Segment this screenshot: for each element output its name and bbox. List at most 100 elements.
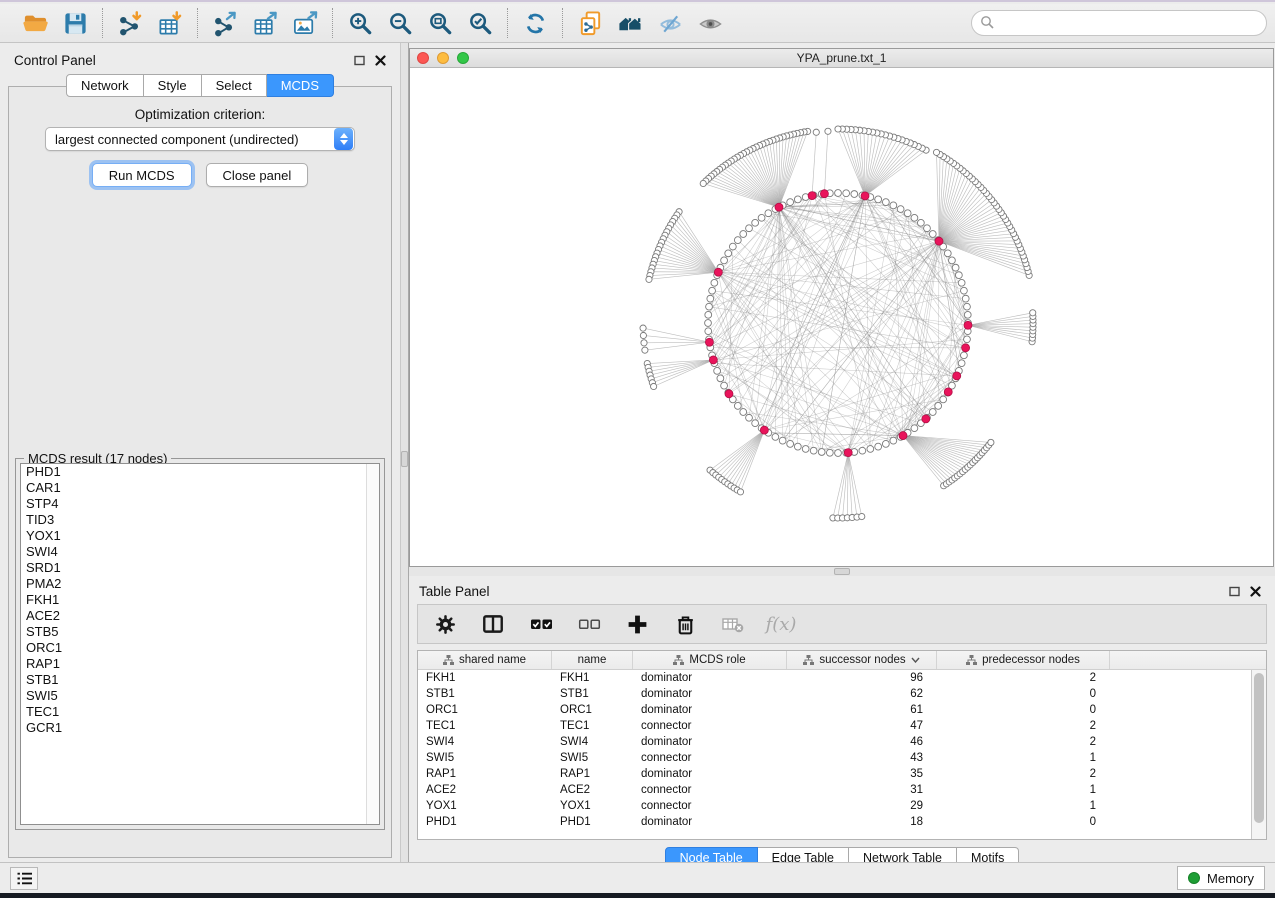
mcds-result-item[interactable]: PMA2 [21,576,379,592]
column-header-shared-name[interactable]: shared name [418,651,552,669]
mcds-result-item[interactable]: STB5 [21,624,379,640]
network-leaf-node[interactable] [813,129,819,135]
import-network-button[interactable] [113,7,147,39]
network-node[interactable] [835,190,842,197]
tab-select[interactable]: Select [202,74,267,97]
network-leaf-node[interactable] [737,489,743,495]
mcds-result-item[interactable]: STP4 [21,496,379,512]
network-node[interactable] [779,437,786,444]
network-hub-node[interactable] [922,415,930,423]
network-node[interactable] [955,272,962,279]
mcds-result-item[interactable]: SWI5 [21,688,379,704]
network-leaf-node[interactable] [835,126,841,132]
float-panel-icon[interactable] [354,55,365,66]
network-leaf-node[interactable] [1030,310,1036,316]
network-node[interactable] [752,420,759,427]
import-table-button[interactable] [153,7,187,39]
network-node[interactable] [929,409,936,416]
mcds-result-item[interactable]: TID3 [21,512,379,528]
network-node[interactable] [958,279,965,286]
network-hub-node[interactable] [760,426,768,434]
table-row-FKH1[interactable]: FKH1FKH1dominator962 [418,670,1251,686]
network-hub-node[interactable] [820,190,828,198]
table-row-SWI5[interactable]: SWI5SWI5connector431 [418,750,1251,766]
network-hub-node[interactable] [844,449,852,457]
network-hub-node[interactable] [962,344,970,352]
network-canvas[interactable] [410,68,1273,566]
network-node[interactable] [897,206,904,213]
network-node[interactable] [802,446,809,453]
table-scrollbar[interactable] [1251,670,1266,839]
mcds-result-list[interactable]: PHD1CAR1STP4TID3YOX1SWI4SRD1PMA2FKH1ACE2… [20,463,380,825]
table-scrollbar-thumb[interactable] [1254,673,1264,823]
refresh-network-button[interactable] [518,7,552,39]
network-hub-node[interactable] [714,268,722,276]
network-leaf-node[interactable] [859,513,865,519]
first-neighbors-button[interactable] [613,7,647,39]
mcds-result-item[interactable]: ACE2 [21,608,379,624]
network-node[interactable] [911,214,918,221]
network-node[interactable] [835,450,842,457]
search-input[interactable] [971,10,1267,36]
close-panel-button[interactable]: Close panel [206,163,309,187]
network-node[interactable] [714,367,721,374]
mcds-result-item[interactable]: TEC1 [21,704,379,720]
network-node[interactable] [772,434,779,441]
network-node[interactable] [964,311,971,318]
network-leaf-node[interactable] [640,325,646,331]
zoom-fit-button[interactable] [423,7,457,39]
vertical-splitter-handle[interactable] [401,451,408,467]
network-node[interactable] [882,440,889,447]
network-node[interactable] [917,219,924,226]
network-node[interactable] [746,414,753,421]
column-header-MCDS-role[interactable]: MCDS role [633,651,787,669]
vertical-splitter[interactable] [400,43,409,862]
network-graph[interactable] [410,68,1275,568]
network-node[interactable] [826,449,833,456]
mcds-result-item[interactable]: RAP1 [21,656,379,672]
network-node[interactable] [725,250,732,257]
close-panel-icon[interactable] [375,55,386,66]
network-leaf-node[interactable] [700,180,706,186]
mcds-result-item[interactable]: CAR1 [21,480,379,496]
network-node[interactable] [958,360,965,367]
network-node[interactable] [904,210,911,217]
network-hub-node[interactable] [861,192,869,200]
network-node[interactable] [787,199,794,206]
network-node[interactable] [961,352,968,359]
optimization-criterion-dropdown[interactable]: largest connected component (undirected) [45,127,355,151]
split-panel-button[interactable] [480,611,506,637]
mcds-result-item[interactable]: STB1 [21,672,379,688]
network-leaf-node[interactable] [641,340,647,346]
export-network-button[interactable] [208,7,242,39]
network-node[interactable] [752,219,759,226]
table-row-ACE2[interactable]: ACE2ACE2connector311 [418,782,1251,798]
network-leaf-node[interactable] [988,439,994,445]
table-row-ORC1[interactable]: ORC1ORC1dominator610 [418,702,1251,718]
table-row-TEC1[interactable]: TEC1TEC1connector472 [418,718,1251,734]
network-node[interactable] [875,196,882,203]
network-node[interactable] [709,287,716,294]
network-node[interactable] [711,279,718,286]
hide-selected-button[interactable] [653,7,687,39]
network-node[interactable] [929,231,936,238]
network-node[interactable] [705,311,712,318]
delete-column-button[interactable] [672,611,698,637]
network-hub-node[interactable] [775,203,783,211]
network-leaf-node[interactable] [640,332,646,338]
deselect-all-button[interactable] [576,611,602,637]
open-file-button[interactable] [18,7,52,39]
network-node[interactable] [859,447,866,454]
add-column-button[interactable] [624,611,650,637]
network-node[interactable] [882,199,889,206]
network-hub-node[interactable] [953,372,961,380]
mcds-result-item[interactable]: PHD1 [21,464,379,480]
network-node[interactable] [746,225,753,232]
network-leaf-node[interactable] [825,128,831,134]
table-settings-button[interactable] [432,611,458,637]
column-header-predecessor-nodes[interactable]: predecessor nodes [937,651,1110,669]
mcds-result-item[interactable]: ORC1 [21,640,379,656]
zoom-out-button[interactable] [383,7,417,39]
network-node[interactable] [875,443,882,450]
table-row-YOX1[interactable]: YOX1YOX1connector291 [418,798,1251,814]
